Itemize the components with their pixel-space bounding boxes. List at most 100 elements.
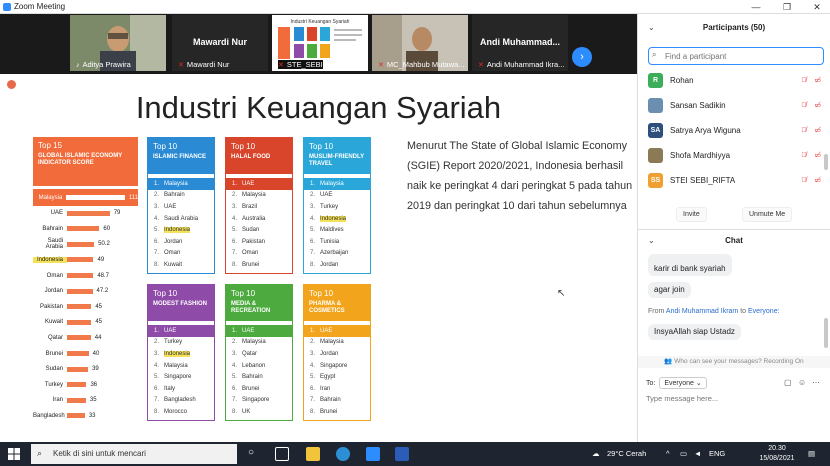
rank-country: Iran (320, 385, 331, 392)
ranking-row: 3. Jordan (310, 348, 366, 360)
indicator-score-card: Top 15 GLOBAL ISLAMIC ECONOMY INDICATOR … (33, 137, 138, 423)
more-icon[interactable]: ⋯ (812, 378, 820, 387)
video-tile-andi[interactable]: Andi Muhammad... ✕ Andi Muhammad Ikra... (472, 15, 568, 71)
rank-number: 6. (232, 238, 238, 245)
indicator-value: 60 (103, 225, 111, 232)
participant-name: Rohan (670, 75, 694, 85)
indicator-row: Saudi Arabia 50.2 (33, 236, 138, 253)
rank-country: Brunei (242, 261, 260, 268)
participant-row[interactable]: SS STEI SEBI_RIFTA 🎙̸ ▭̸ (648, 169, 824, 191)
minimize-button[interactable]: — (744, 0, 768, 14)
ranking-row: 7. Azerbaijan (310, 248, 366, 260)
indicator-row: Qatar 44 (33, 329, 138, 346)
network-icon[interactable]: ▭ (680, 442, 687, 466)
ranking-row: 8. Morocco (154, 406, 210, 418)
invite-button[interactable]: Invite (676, 207, 707, 222)
tray-expand-icon[interactable]: ^ (666, 442, 670, 466)
task-view-icon[interactable] (275, 447, 289, 461)
mouse-cursor-icon: ↖ (557, 288, 566, 299)
video-tile-mawardi[interactable]: Mawardi Nur ✕ Mawardi Nur (172, 15, 268, 71)
ranking-row: 2. Malaysia (232, 337, 288, 349)
participant-name: ✕ Mawardi Nur (178, 60, 230, 69)
avatar (648, 97, 663, 113)
taskbar-clock[interactable]: 20.30 15/08/2021 (752, 444, 802, 464)
participant-name: ♪ Aditya Prawira (76, 60, 131, 69)
cortana-icon[interactable]: ○ (248, 447, 254, 458)
word-icon[interactable] (395, 447, 409, 461)
video-tile-ste-sebi[interactable]: Industri Keuangan Syariah ✕ STE_SEBI (272, 15, 368, 71)
muted-mic-icon[interactable]: 🎙̸ ▭̸ (801, 101, 824, 109)
participant-row[interactable]: SA Satrya Arya Wiguna 🎙̸ ▭̸ (648, 119, 824, 141)
muted-mic-icon[interactable]: 🎙̸ ▭̸ (801, 126, 824, 134)
restore-button[interactable]: ❐ (775, 0, 799, 14)
taskbar: Ketik di sini untuk mencari ⌕ ○ ☁ 29°C C… (0, 442, 830, 466)
participant-row[interactable]: Sansan Sadikin 🎙̸ ▭̸ (648, 94, 824, 116)
shared-screen: Industri Keuangan Syariah Top 15 GLOBAL … (0, 74, 637, 442)
unmute-me-button[interactable]: Unmute Me (742, 207, 793, 222)
participant-scrollbar[interactable] (824, 154, 828, 170)
participant-row[interactable]: R Rohan 🎙̸ ▭̸ (648, 69, 824, 91)
indicator-value: 44 (94, 334, 102, 341)
emoji-icon[interactable]: ☺ (798, 378, 806, 387)
rank-country: Morocco (164, 408, 188, 415)
volume-icon[interactable]: ◄ (694, 442, 701, 466)
search-icon: ⌕ (37, 448, 43, 458)
participant-search-input[interactable] (648, 47, 824, 65)
participant-name: STEI SEBI_RIFTA (670, 175, 736, 185)
indicator-bar (67, 226, 100, 232)
indicator-row: Turkey 36 (33, 376, 138, 393)
card-subtitle: ISLAMIC FINANCE (153, 154, 206, 160)
rank-number: 3. (310, 350, 316, 357)
indicator-country: Sudan (45, 366, 63, 373)
chat-visibility-notice[interactable]: 👥 Who can see your messages? Recording O… (638, 356, 830, 368)
rank-number: 8. (310, 408, 316, 415)
rank-number: 7. (154, 250, 160, 257)
indicator-value: 33 (88, 412, 96, 419)
indicator-value: 50.2 (98, 241, 110, 248)
card-rows: 1. UAE 2. Turkey 3. Indonesia 4. Malaysia 5. Sing… (148, 325, 214, 420)
muted-mic-icon[interactable]: 🎙̸ ▭̸ (801, 76, 824, 84)
next-page-button[interactable]: › (572, 47, 592, 67)
indicator-bar (67, 257, 94, 263)
rank-country: UAE (164, 203, 177, 210)
participant-row[interactable]: Shofa Mardhiyya 🎙̸ ▭̸ (648, 144, 824, 166)
chrome-icon[interactable] (336, 447, 350, 461)
close-button[interactable]: ✕ (805, 0, 829, 14)
windows-start-icon[interactable] (8, 448, 20, 460)
chat-message: agar join (648, 282, 691, 298)
rank-number: 2. (154, 192, 160, 199)
category-card: Top 10 PHARMA & COSMETICS 1. UAE 2. Malaysia 3… (303, 284, 371, 421)
language-indicator[interactable]: ENG (709, 442, 725, 466)
ranking-row: 4. Saudi Arabia (154, 213, 210, 225)
indicator-bar (67, 335, 91, 341)
indicator-value: 35 (89, 397, 97, 404)
indicator-country: Qatar (47, 334, 63, 341)
muted-mic-icon[interactable]: 🎙̸ ▭̸ (801, 176, 824, 184)
avatar: R (648, 72, 663, 88)
recipient-dropdown[interactable]: Everyone ⌄ (659, 377, 707, 389)
rank-country: Malaysia (164, 362, 188, 369)
card-rows: 1. UAE 2. Malaysia 3. Jordan 4. Singapore 5. Egyp… (304, 325, 370, 420)
weather-text[interactable]: 29°C Cerah (607, 442, 646, 466)
file-explorer-icon[interactable] (306, 447, 320, 461)
chat-scrollbar[interactable] (824, 318, 828, 348)
ranking-row: 4. Indonesia (310, 213, 366, 225)
video-tile-aditya[interactable]: ♪ Aditya Prawira (70, 15, 166, 71)
indicator-row: Iran 35 (33, 392, 138, 409)
ranking-row: 5. Indonesia (154, 224, 210, 236)
muted-mic-icon[interactable]: 🎙̸ ▭̸ (801, 151, 824, 159)
rank-country: Sudan (242, 227, 260, 234)
category-card: Top 10 MODEST FASHION 1. UAE 2. Turkey 3. Indon… (147, 284, 215, 421)
rank-number: 4. (310, 362, 316, 369)
notification-icon[interactable]: ▤ (808, 442, 815, 466)
rank-country: UAE (320, 192, 333, 199)
chat-message-input[interactable] (646, 394, 816, 403)
file-icon[interactable]: ▢ (784, 378, 792, 387)
participants-title: Participants (50) (702, 23, 766, 32)
taskbar-search-box[interactable]: Ketik di sini untuk mencari (31, 444, 237, 464)
video-tile-mc-mahbub[interactable]: ✕ MC_Mahbub Mutawa... (372, 15, 468, 71)
rank-country: Lebanon (242, 362, 266, 369)
ranking-row: 5. Bahrain (232, 371, 288, 383)
rank-country: Azerbaijan (320, 250, 349, 257)
zoom-taskbar-icon[interactable] (366, 447, 380, 461)
